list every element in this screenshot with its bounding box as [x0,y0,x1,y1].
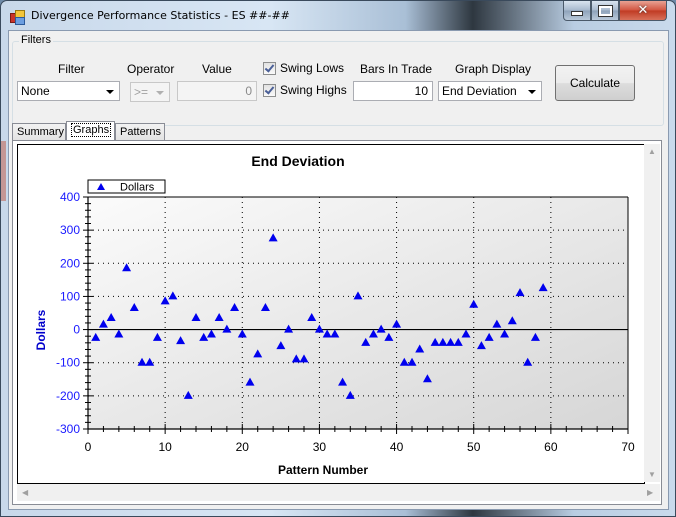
graph-display-dropdown[interactable]: End Deviation [438,81,542,101]
tab-summary[interactable]: Summary [12,123,66,140]
maximize-icon [597,4,613,17]
swing-highs-label: Swing Highs [280,83,347,97]
graphs-tab-page: End Deviation -300 -200 -100 0 100 200 300 400 0… [12,140,662,505]
app-window: Divergence Performance Statistics - ES #… [0,0,676,517]
value-label: Value [202,62,232,76]
x-tick-label: 20 [236,440,250,454]
plot-area [88,197,628,429]
checkbox-checked-icon [263,83,276,97]
tab-summary-label: Summary [17,126,65,138]
minimize-button[interactable] [563,1,591,21]
tab-patterns-label: Patterns [120,126,161,138]
y-tick-label: 300 [60,223,80,237]
filters-group: Filters Filter None Operator >= Value 0 … [12,34,664,126]
swing-lows-label: Swing Lows [280,61,345,75]
graph-display-value: End Deviation [442,84,517,98]
x-tick-label: 60 [544,440,558,454]
x-tick-label: 50 [467,440,481,454]
filter-label: Filter [58,62,85,76]
value-input[interactable]: 0 [177,81,257,101]
scatter-chart: End Deviation -300 -200 -100 0 100 200 300 400 0… [34,153,635,477]
y-tick-label: 0 [73,323,80,337]
minimize-icon [571,11,583,16]
y-tick-label: 400 [60,190,80,204]
y-tick-label: 100 [60,289,80,303]
close-icon: ✕ [637,3,649,18]
chevron-down-icon [106,90,114,94]
client-area: Filters Filter None Operator >= Value 0 … [8,30,669,510]
horizontal-scrollbar[interactable]: ◀ ▶ [17,484,660,501]
operator-value: >= [134,85,149,99]
y-tick-label: 200 [60,256,80,270]
graph-display-label: Graph Display [455,62,532,76]
x-tick-label: 0 [85,440,92,454]
scroll-up-icon[interactable]: ▲ [648,147,656,156]
legend: Dollars [87,179,166,194]
chevron-down-icon [528,90,536,94]
bars-in-trade-label: Bars In Trade [360,62,433,76]
tab-graphs-label: Graphs [71,123,112,137]
x-tick-label: 30 [313,440,327,454]
x-tick-label: 70 [621,440,635,454]
bars-in-trade-input[interactable]: 10 [353,81,433,101]
scroll-left-icon[interactable]: ◀ [22,488,28,497]
app-icon [10,10,25,25]
vertical-scrollbar[interactable]: ▲ ▼ [644,144,660,482]
x-tick-label: 10 [158,440,172,454]
y-axis-label: Dollars [34,309,48,350]
maximize-button[interactable] [591,1,619,21]
background-edge [1,141,6,201]
scroll-down-icon[interactable]: ▼ [648,470,656,479]
chart-container: End Deviation -300 -200 -100 0 100 200 300 400 0… [17,144,645,484]
tab-patterns[interactable]: Patterns [115,123,165,140]
filter-dropdown[interactable]: None [17,81,120,101]
calculate-button[interactable]: Calculate [555,65,635,101]
chart-title: End Deviation [251,153,344,169]
y-tick-label: -300 [56,422,80,436]
x-axis-label: Pattern Number [278,463,368,477]
y-tick-label: -100 [56,356,80,370]
operator-label: Operator [127,62,175,76]
title-bar[interactable]: Divergence Performance Statistics - ES #… [1,1,675,31]
scroll-right-icon[interactable]: ▶ [647,488,653,497]
x-tick-label: 40 [390,440,404,454]
y-tick-label: -200 [56,389,80,403]
window-title: Divergence Performance Statistics - ES #… [31,9,290,22]
tab-graphs[interactable]: Graphs [66,121,115,141]
close-button[interactable]: ✕ [619,1,667,21]
swing-highs-checkbox[interactable]: Swing Highs [263,83,347,97]
filter-value: None [21,84,50,98]
operator-dropdown[interactable]: >= [130,82,170,102]
filters-group-label: Filters [19,34,53,46]
swing-lows-checkbox[interactable]: Swing Lows [263,61,344,75]
checkbox-checked-icon [263,61,276,75]
chevron-down-icon [156,91,164,95]
legend-label: Dollars [120,182,155,194]
